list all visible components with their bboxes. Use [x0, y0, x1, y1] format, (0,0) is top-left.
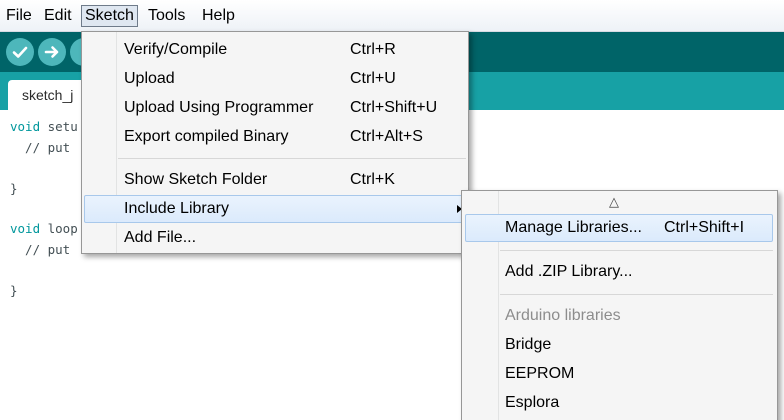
menu-item-label: Include Library — [124, 200, 229, 217]
menu-tools[interactable]: Tools — [144, 5, 189, 27]
verify-button[interactable] — [6, 38, 34, 66]
menu-item-label: Add File... — [124, 229, 197, 246]
menu-item-label: Export compiled Binary — [124, 128, 289, 145]
menu-item-manage-libraries[interactable]: Manage Libraries... Ctrl+Shift+I — [465, 214, 773, 242]
menu-file[interactable]: File — [2, 5, 36, 27]
menu-item-bridge[interactable]: Bridge — [465, 331, 773, 359]
menu-item-eeprom[interactable]: EEPROM — [465, 360, 773, 388]
menu-item-label: Verify/Compile — [124, 41, 228, 58]
menu-item-shortcut: Ctrl+R — [350, 41, 396, 58]
menu-item-shortcut: Ctrl+Alt+S — [350, 128, 423, 145]
menu-item-shortcut: Ctrl+U — [350, 70, 396, 87]
menu-item-label: Arduino libraries — [505, 307, 621, 324]
menu-item-add-file[interactable]: Add File... — [84, 224, 466, 252]
menu-help[interactable]: Help — [198, 5, 239, 27]
menu-item-show-sketch-folder[interactable]: Show Sketch Folder Ctrl+K — [84, 166, 466, 194]
code-line: } — [10, 283, 18, 298]
menu-item-label: Upload — [124, 70, 175, 87]
menu-item-verify-compile[interactable]: Verify/Compile Ctrl+R — [84, 36, 466, 64]
code-line: void loop — [10, 221, 78, 236]
scroll-up-icon[interactable]: △ — [609, 194, 619, 210]
include-library-submenu: △ Manage Libraries... Ctrl+Shift+I Add .… — [461, 190, 778, 420]
menu-item-shortcut: Ctrl+Shift+I — [664, 219, 745, 236]
menu-item-label: EEPROM — [505, 365, 575, 382]
menu-sketch[interactable]: Sketch — [81, 5, 138, 27]
menu-edit[interactable]: Edit — [40, 5, 76, 27]
menu-item-shortcut: Ctrl+Shift+U — [350, 99, 438, 116]
menu-item-label: Upload Using Programmer — [124, 99, 314, 116]
menu-item-esplora[interactable]: Esplora — [465, 389, 773, 417]
menu-separator — [500, 294, 773, 295]
menu-item-include-library[interactable]: Include Library — [84, 195, 466, 223]
menu-separator — [118, 158, 466, 159]
menu-separator — [500, 250, 773, 251]
upload-button[interactable] — [38, 38, 66, 66]
menu-item-label: Bridge — [505, 336, 552, 353]
menu-item-upload[interactable]: Upload Ctrl+U — [84, 65, 466, 93]
menu-item-label: Esplora — [505, 394, 560, 411]
menu-item-add-zip-library[interactable]: Add .ZIP Library... — [465, 258, 773, 286]
sketch-menu: Verify/Compile Ctrl+R Upload Ctrl+U Uplo… — [81, 31, 469, 254]
code-line: } — [10, 181, 18, 196]
menu-item-shortcut: Ctrl+K — [350, 171, 395, 188]
arrow-right-icon — [44, 46, 59, 58]
menu-bar: File Edit Sketch Tools Help — [0, 0, 784, 32]
code-line: // put — [10, 242, 71, 257]
code-line: // put — [10, 140, 71, 155]
menu-item-upload-using-programmer[interactable]: Upload Using Programmer Ctrl+Shift+U — [84, 94, 466, 122]
menu-item-label: Add .ZIP Library... — [505, 263, 633, 280]
checkmark-icon — [12, 46, 28, 58]
menu-item-export-compiled-binary[interactable]: Export compiled Binary Ctrl+Alt+S — [84, 123, 466, 151]
menu-section-arduino-libraries: Arduino libraries — [465, 302, 773, 330]
code-line: void setu — [10, 119, 78, 134]
menu-item-label: Manage Libraries... — [505, 219, 642, 236]
menu-item-label: Show Sketch Folder — [124, 171, 268, 188]
